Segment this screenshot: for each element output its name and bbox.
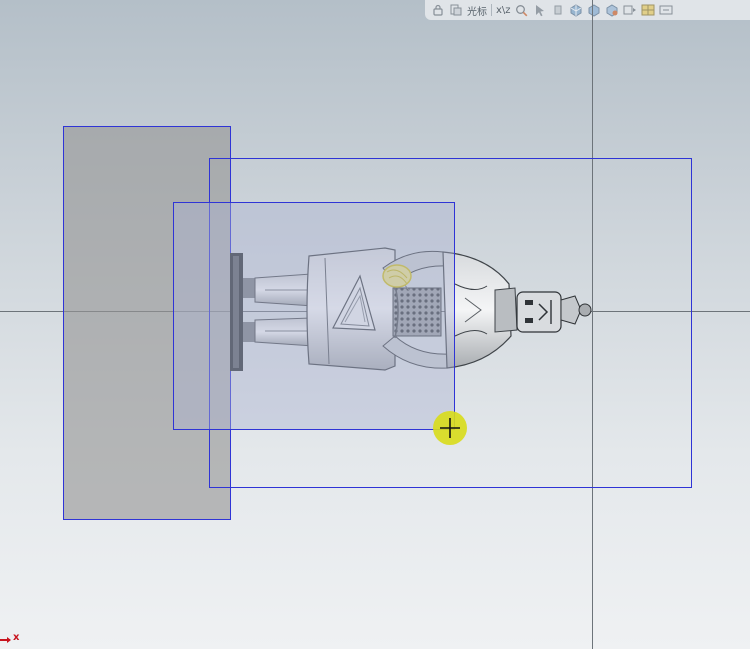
edit-appearance-icon[interactable] [623, 2, 637, 18]
reference-triad: x [0, 632, 30, 648]
triad-x-arrow-icon [0, 637, 11, 643]
crosshair-cursor-icon [433, 411, 467, 445]
shaded-icon[interactable] [587, 2, 601, 18]
display-style-icon[interactable] [569, 2, 583, 18]
toolbar-divider [491, 4, 492, 16]
scene-icon[interactable] [641, 2, 655, 18]
view-orientation-icon[interactable] [449, 2, 463, 18]
select-icon[interactable] [533, 2, 547, 18]
view-settings-icon[interactable] [659, 2, 673, 18]
heads-up-view-toolbar: 光标 x\z [425, 0, 750, 20]
rotate-icon[interactable] [551, 2, 565, 18]
hide-show-icon[interactable] [605, 2, 619, 18]
triad-x-label: x [13, 632, 20, 643]
section-view-label[interactable]: 光标 [467, 3, 487, 18]
graphics-viewport[interactable]: 光标 x\z x [0, 0, 750, 649]
zoom-to-area-icon[interactable] [515, 2, 529, 18]
lock-icon[interactable] [431, 2, 445, 18]
box-selection-rectangle[interactable] [173, 202, 455, 430]
coordinate-label[interactable]: x\z [496, 5, 511, 16]
